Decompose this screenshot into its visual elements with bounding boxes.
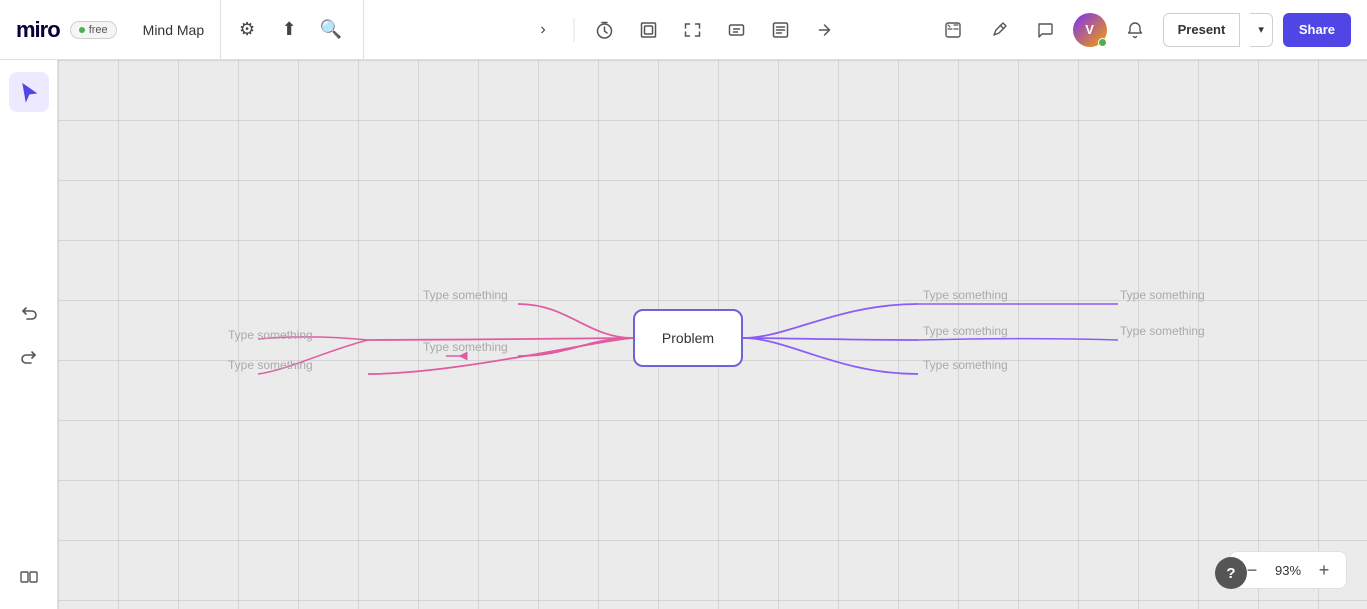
notes-button[interactable] — [762, 12, 798, 48]
zoom-level: 93% — [1270, 563, 1306, 578]
free-label: free — [89, 24, 108, 36]
notification-button[interactable] — [1117, 12, 1153, 48]
branch-label-r3: Type something — [923, 324, 1008, 338]
branch-label-l2: Type something — [228, 328, 313, 342]
redo-button[interactable] — [9, 337, 49, 377]
present-dropdown-button[interactable]: ▾ — [1250, 13, 1273, 47]
board-name: Mind Map — [127, 0, 221, 59]
canvas[interactable]: Problem Type something Type something Ty… — [58, 60, 1367, 609]
avatar-initial: V — [1085, 22, 1094, 37]
avatar-online-indicator — [1098, 38, 1107, 47]
center-separator — [573, 18, 574, 42]
online-dot — [79, 27, 85, 33]
cursor-button[interactable] — [9, 72, 49, 112]
toolbar: miro free Mind Map ⚙ ⬆ 🔍 › — [0, 0, 1367, 60]
search-button[interactable]: 🔍 — [315, 14, 347, 46]
branch-label-r1: Type something — [923, 288, 1008, 302]
left-sidebar — [0, 60, 58, 609]
free-badge: free — [70, 21, 117, 39]
frames-button[interactable] — [630, 12, 666, 48]
share-button[interactable]: Share — [1283, 13, 1351, 47]
undo-button[interactable] — [9, 293, 49, 333]
center-node[interactable]: Problem — [633, 309, 743, 367]
timer-button[interactable] — [586, 12, 622, 48]
settings-button[interactable]: ⚙ — [231, 14, 263, 46]
avatar-button[interactable]: V — [1073, 13, 1107, 47]
pen-tool-button[interactable] — [981, 12, 1017, 48]
miro-logo: miro — [16, 17, 60, 43]
center-node-label: Problem — [662, 330, 714, 346]
reactions-button[interactable] — [935, 12, 971, 48]
branch-label-l1: Type something — [423, 288, 508, 302]
fit-screen-button[interactable] — [674, 12, 710, 48]
collapse-panel-button[interactable]: › — [525, 12, 561, 48]
cards-button[interactable] — [718, 12, 754, 48]
more-button[interactable] — [806, 12, 842, 48]
help-button[interactable]: ? — [1215, 557, 1247, 589]
upload-button[interactable]: ⬆ — [273, 14, 305, 46]
present-button[interactable]: Present — [1163, 13, 1241, 47]
branch-label-r2: Type something — [1120, 288, 1205, 302]
toolbar-left: miro free Mind Map ⚙ ⬆ 🔍 — [0, 0, 364, 59]
branch-label-l3: Type something — [423, 340, 508, 354]
comment-button[interactable] — [1027, 12, 1063, 48]
toolbar-right: V Present ▾ Share — [919, 12, 1367, 48]
frames-panel-button[interactable] — [9, 557, 49, 597]
branch-label-r4: Type something — [1120, 324, 1205, 338]
zoom-in-button[interactable]: + — [1312, 558, 1336, 582]
toolbar-center: › — [525, 12, 842, 48]
branch-label-r5: Type something — [923, 358, 1008, 372]
branch-label-l4: Type something — [228, 358, 313, 372]
